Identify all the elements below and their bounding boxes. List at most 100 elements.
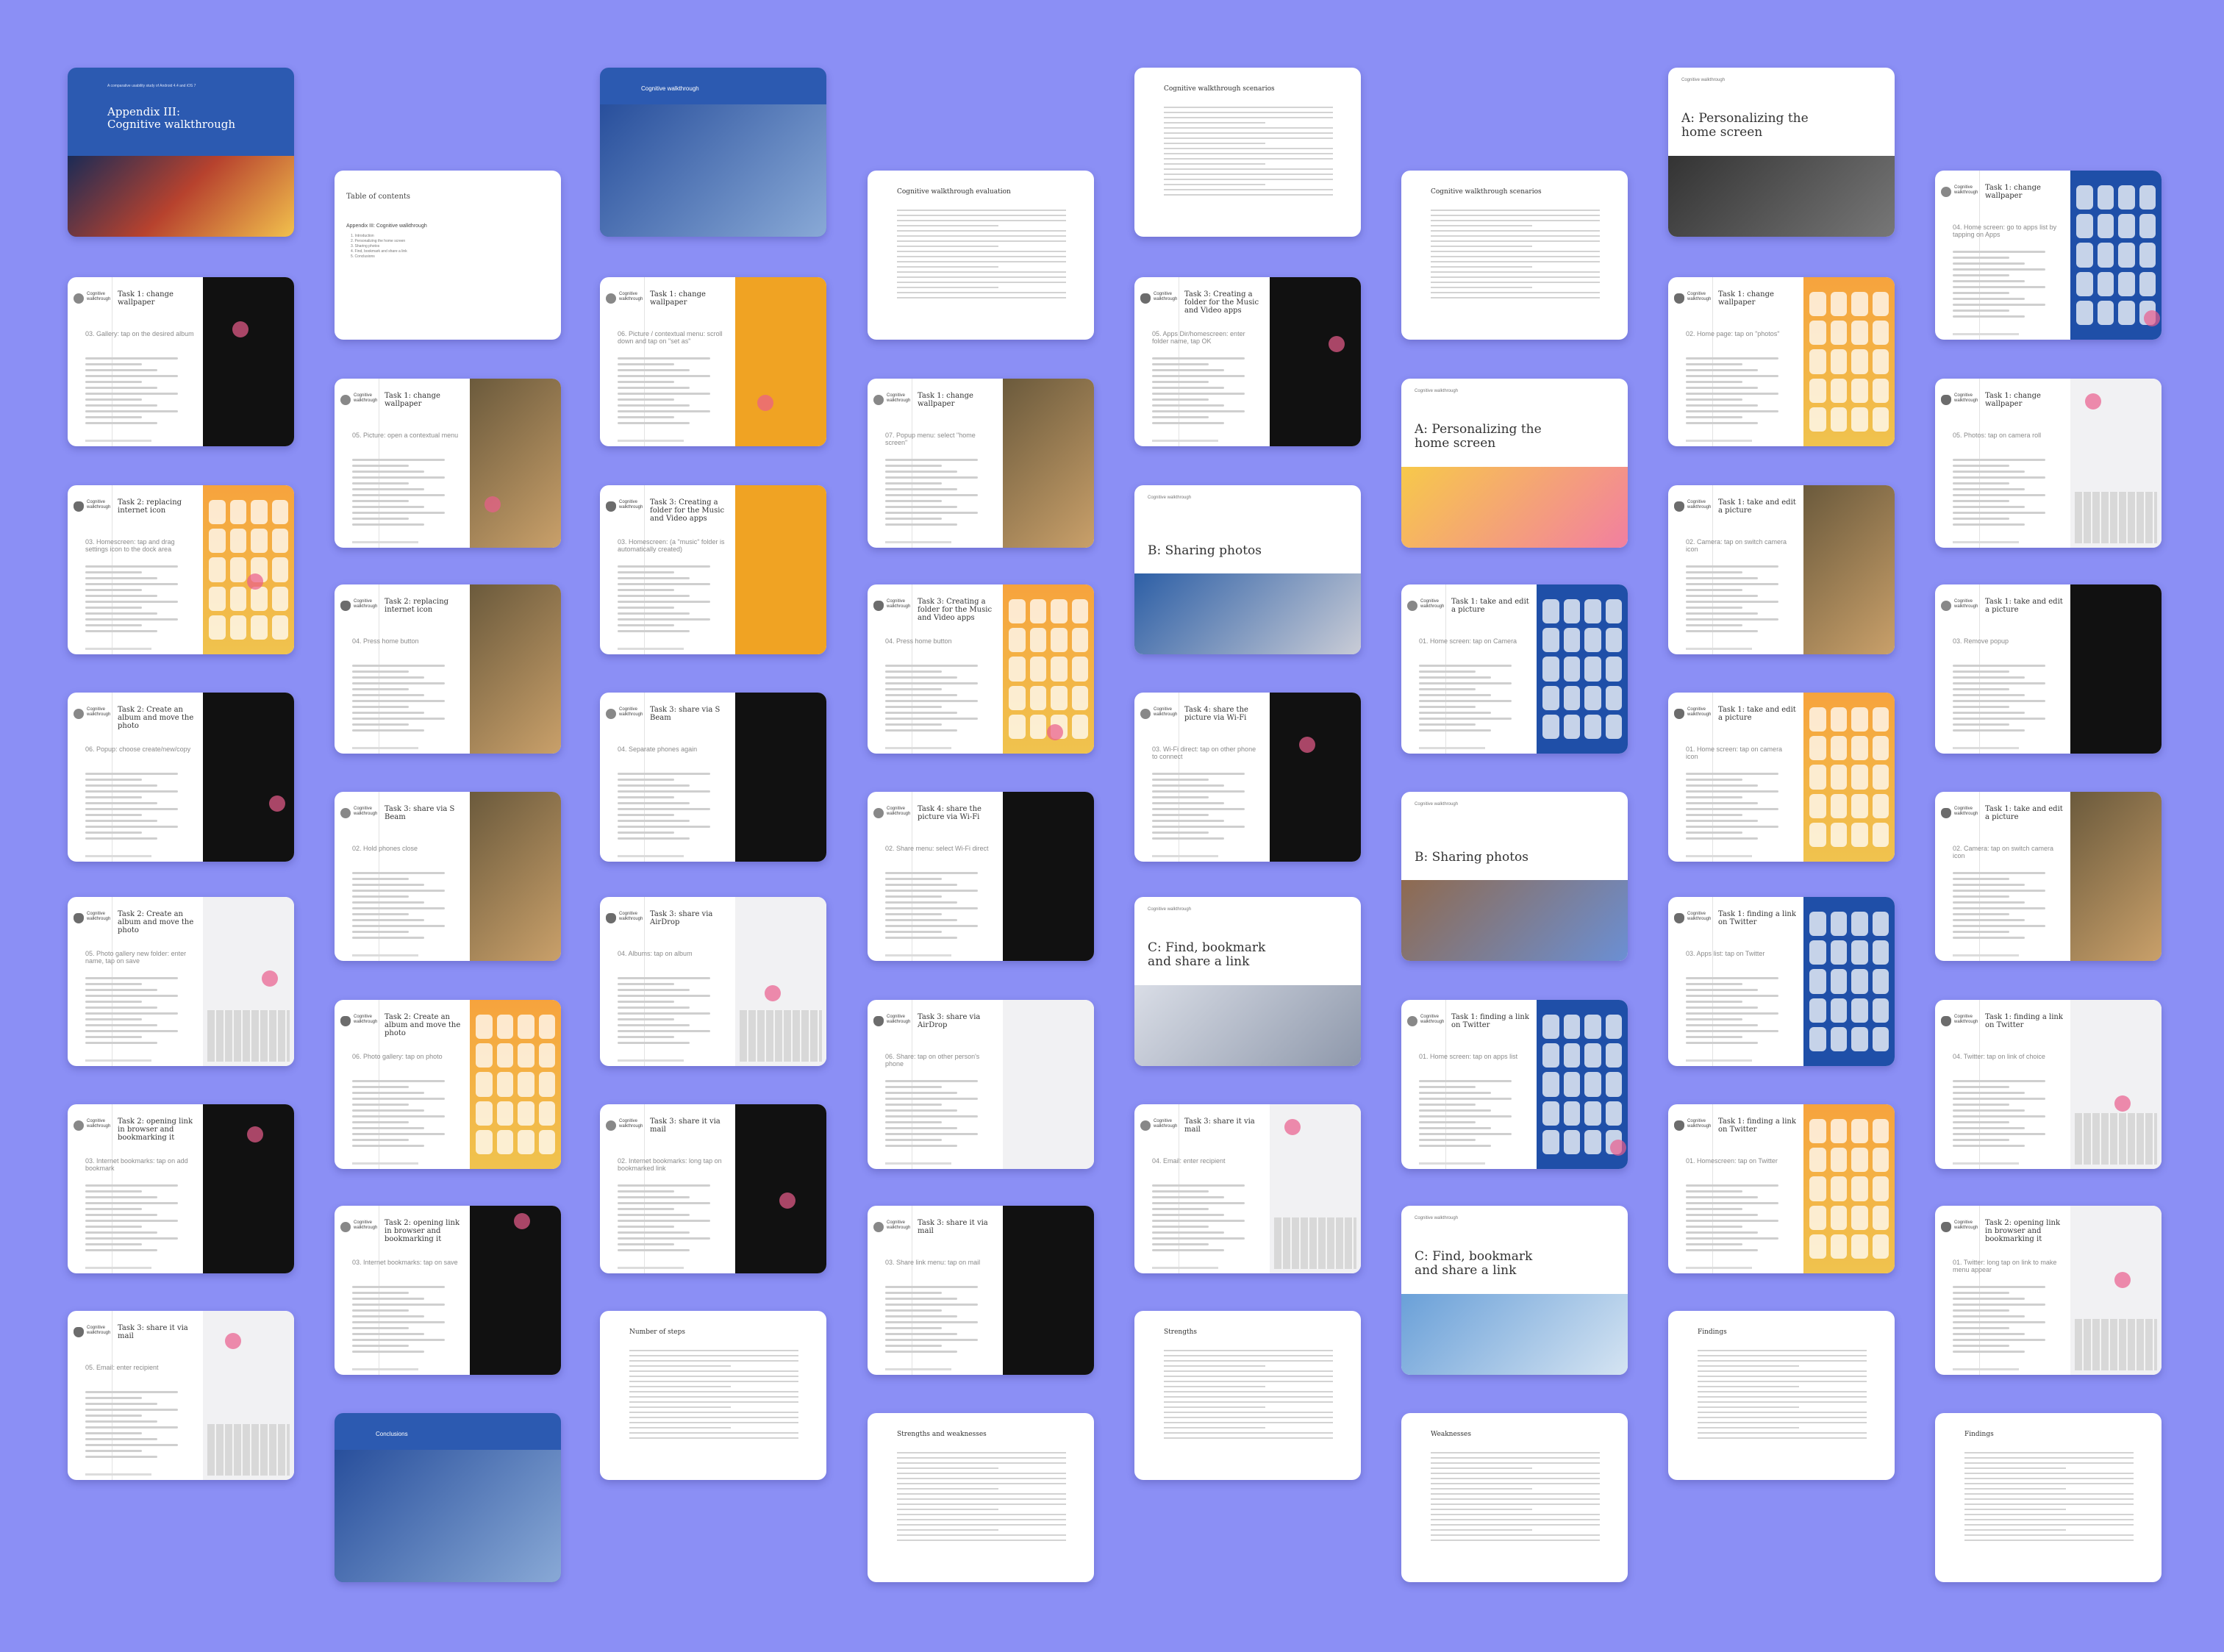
task-slide[interactable]: Cognitive walkthrough Task 1: change wall…: [1668, 277, 1895, 446]
task-slide[interactable]: Cognitive walkthrough Task 3: Creating a …: [868, 584, 1094, 754]
task-slide[interactable]: Cognitive walkthrough Task 1: change wall…: [600, 277, 826, 446]
slide-side-label: Cognitive walkthrough: [1954, 393, 1978, 403]
apple-icon: [1941, 1016, 1951, 1026]
task-slide[interactable]: Cognitive walkthrough Task 3: Creating a …: [600, 485, 826, 654]
task-slide[interactable]: Cognitive walkthrough Task 2: Create an a…: [68, 693, 294, 862]
task-slide[interactable]: Cognitive walkthrough Task 3: share it vi…: [1134, 1104, 1361, 1273]
android-icon: [74, 709, 84, 719]
apple-icon: [1941, 395, 1951, 405]
step-label: 03. Internet bookmarks: tap on save: [352, 1259, 458, 1266]
touch-indicator: [765, 985, 781, 1001]
step-label: 03. Homescreen: tap and drag settings ic…: [85, 538, 175, 553]
step-label: 03. Homescreen: (a "music" folder is aut…: [618, 538, 725, 553]
task-slide[interactable]: Cognitive walkthrough Task 3: share it vi…: [600, 1104, 826, 1273]
task-slide[interactable]: Cognitive walkthrough Task 1: take and ed…: [1668, 485, 1895, 654]
task-slide[interactable]: Cognitive walkthrough Task 2: replacing i…: [335, 584, 561, 754]
task-title: Task 1: change wallpaper: [1985, 184, 2041, 200]
task-slide[interactable]: Cognitive walkthrough Task 1: take and ed…: [1935, 584, 2162, 754]
slide-side-label: Cognitive walkthrough: [87, 500, 111, 509]
slide-footer: [885, 541, 951, 543]
section-slide: Cognitive walkthrough B: Sharing photos: [1134, 485, 1361, 654]
app-icon-grid: [1809, 1119, 1889, 1259]
task-slide[interactable]: Cognitive walkthrough Task 4: share the p…: [1134, 693, 1361, 862]
slide-footer: [1686, 440, 1752, 442]
section-title: B: Sharing photos: [1415, 850, 1529, 865]
slide-footer: [352, 541, 418, 543]
android-icon: [1941, 601, 1951, 611]
criteria-text-lines: [85, 1181, 188, 1255]
task-slide[interactable]: Cognitive walkthrough Task 1: take and ed…: [1935, 792, 2162, 961]
criteria-text-lines: [618, 769, 721, 843]
task-slide[interactable]: Cognitive walkthrough Task 2: opening lin…: [68, 1104, 294, 1273]
criteria-text-lines: [885, 661, 988, 735]
task-slide[interactable]: Cognitive walkthrough Task 2: opening lin…: [1935, 1206, 2162, 1375]
phone-screenshot: [1003, 792, 1094, 961]
step-label: 02. Hold phones close: [352, 845, 418, 852]
body-text-lines: [1164, 1346, 1333, 1442]
task-slide[interactable]: Cognitive walkthrough Task 3: share it vi…: [868, 1206, 1094, 1375]
task-slide[interactable]: Cognitive walkthrough Task 1: change wall…: [1935, 171, 2162, 340]
body-text-lines: [629, 1346, 798, 1442]
android-icon: [873, 808, 884, 818]
text-slide: Cognitive walkthrough evaluation: [868, 171, 1094, 340]
criteria-text-lines: [1152, 354, 1255, 428]
task-slide[interactable]: Cognitive walkthrough Task 3: share it vi…: [68, 1311, 294, 1480]
body-text-lines: [1431, 206, 1600, 302]
task-slide[interactable]: Cognitive walkthrough Task 3: share via A…: [600, 897, 826, 1066]
body-text-lines: [897, 1448, 1066, 1545]
task-slide[interactable]: Cognitive walkthrough Task 3: share via S…: [600, 693, 826, 862]
task-slide[interactable]: Cognitive walkthrough Task 1: take and ed…: [1401, 584, 1628, 754]
task-slide[interactable]: Cognitive walkthrough Task 1: finding a l…: [1401, 1000, 1628, 1169]
task-slide[interactable]: Cognitive walkthrough Task 1: finding a l…: [1668, 1104, 1895, 1273]
slide-footer: [352, 1368, 418, 1370]
slide-side-label: Cognitive walkthrough: [1687, 500, 1712, 509]
app-icon-grid: [1809, 707, 1889, 847]
task-slide[interactable]: Cognitive walkthrough Task 3: share via A…: [868, 1000, 1094, 1169]
criteria-text-lines: [352, 868, 455, 943]
task-slide[interactable]: Cognitive walkthrough Task 1: change wall…: [68, 277, 294, 446]
task-title: Task 3: Creating a folder for the Music …: [650, 498, 725, 523]
task-slide[interactable]: Cognitive walkthrough Task 2: Create an a…: [68, 897, 294, 1066]
slide-side-label: Cognitive walkthrough: [1154, 707, 1178, 717]
task-slide[interactable]: Cognitive walkthrough Task 1: change wall…: [868, 379, 1094, 548]
task-slide[interactable]: Cognitive walkthrough Task 1: finding a l…: [1935, 1000, 2162, 1169]
phone-screenshot: [203, 693, 294, 862]
app-icon-grid: [1542, 599, 1622, 739]
android-icon: [1407, 1016, 1417, 1026]
step-label: 05. Photo gallery new folder: enter name…: [85, 950, 187, 965]
section-title: A: Personalizing the home screen: [1681, 111, 1809, 140]
task-slide[interactable]: Cognitive walkthrough Task 1: take and ed…: [1668, 693, 1895, 862]
task-slide[interactable]: Cognitive walkthrough Task 2: replacing i…: [68, 485, 294, 654]
phone-screenshot: [1537, 584, 1628, 754]
phone-screenshot: [203, 1311, 294, 1480]
step-label: 04. Albums: tap on album: [618, 950, 693, 957]
task-slide[interactable]: Cognitive walkthrough Task 1: change wall…: [335, 379, 561, 548]
slide-footer: [1953, 954, 2019, 956]
slide-footer: [885, 1368, 951, 1370]
criteria-text-lines: [85, 973, 188, 1048]
task-title: Task 1: change wallpaper: [385, 392, 440, 408]
slide-side-label: Cognitive walkthrough: [1954, 1220, 1978, 1230]
task-slide[interactable]: Cognitive walkthrough Task 1: change wall…: [1935, 379, 2162, 548]
task-slide[interactable]: Cognitive walkthrough Task 1: finding a l…: [1668, 897, 1895, 1066]
task-slide[interactable]: Cognitive walkthrough Task 2: Create an a…: [335, 1000, 561, 1169]
apple-icon: [1674, 501, 1684, 512]
task-slide[interactable]: Cognitive walkthrough Task 3: Creating a …: [1134, 277, 1361, 446]
task-slide[interactable]: Cognitive walkthrough Task 2: opening lin…: [335, 1206, 561, 1375]
slide-side-label: Cognitive walkthrough: [1154, 1119, 1178, 1129]
phone-screenshot: [203, 1104, 294, 1273]
step-label: 01. Home screen: tap on apps list: [1419, 1053, 1518, 1060]
touch-indicator: [262, 970, 278, 987]
slide-side-label: Cognitive walkthrough: [619, 707, 643, 717]
task-title: Task 1: change wallpaper: [118, 290, 174, 307]
phone-screenshot: [470, 379, 561, 548]
task-slide[interactable]: Cognitive walkthrough Task 3: share via S…: [335, 792, 561, 961]
task-title: Task 3: share via S Beam: [650, 706, 721, 722]
task-title: Task 4: share the picture via Wi-Fi: [918, 805, 982, 821]
app-icon-grid: [2076, 185, 2156, 325]
slide-footer: [352, 747, 418, 749]
body-text-lines: [1431, 1448, 1600, 1545]
toc-item: 5. Conclusions: [351, 254, 375, 259]
slide-side-label: Cognitive walkthrough: [1420, 599, 1445, 609]
task-slide[interactable]: Cognitive walkthrough Task 4: share the p…: [868, 792, 1094, 961]
